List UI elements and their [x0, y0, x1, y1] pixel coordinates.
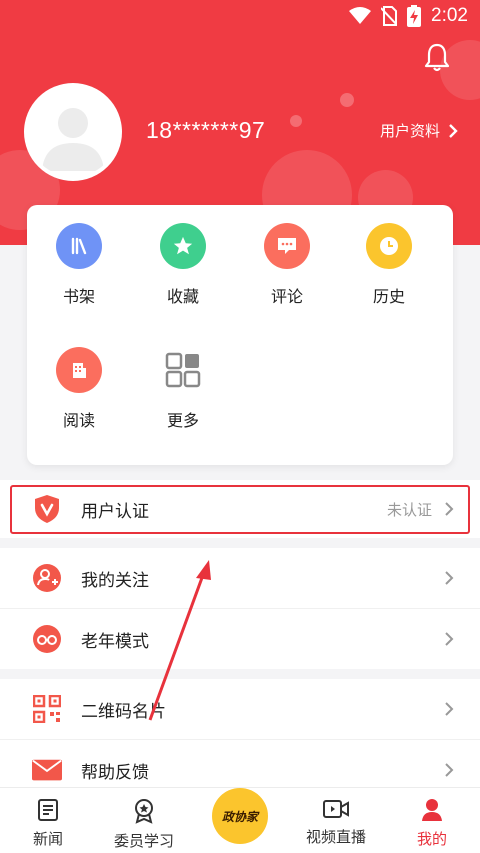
nav-label: 新闻	[32, 830, 63, 848]
nav-center-logo-button[interactable]: 政协家	[212, 788, 268, 844]
nav-label: 我的	[416, 830, 447, 848]
video-icon	[323, 800, 349, 818]
user-icon	[422, 799, 442, 821]
annotation-arrow	[148, 560, 211, 721]
news-icon	[38, 799, 58, 821]
nav-tab-video-live[interactable]: 视频直播	[288, 788, 384, 853]
center-logo-text: 政协家	[221, 809, 258, 824]
nav-tab-news[interactable]: 新闻	[0, 788, 96, 853]
badge-medal-icon	[135, 799, 153, 824]
nav-label: 视频直播	[305, 828, 366, 846]
nav-label: 委员学习	[113, 832, 174, 850]
nav-tab-study[interactable]: 委员学习	[96, 788, 192, 853]
bottom-navigation: 新闻 委员学习 政协家 视频直播 我的	[0, 787, 480, 853]
nav-tab-mine[interactable]: 我的	[384, 788, 480, 853]
